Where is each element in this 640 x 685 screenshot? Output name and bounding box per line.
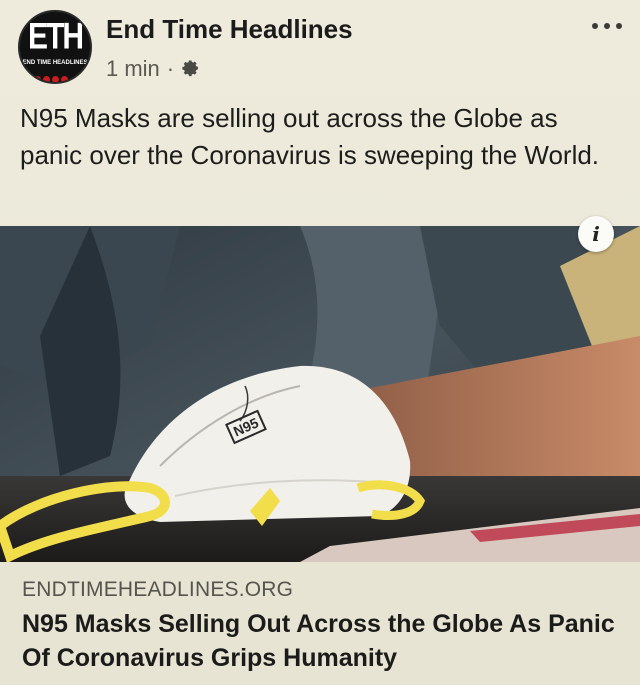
post-timestamp[interactable]: 1 min [106,56,160,82]
avatar-dots [34,70,80,82]
avatar-tagline: END TIME HEADLINES [22,60,88,66]
post-card: ETH END TIME HEADLINES End Time Headline… [0,0,640,685]
meta-separator: · [166,56,175,81]
post-text: N95 Masks are selling out across the Glo… [20,103,600,170]
page-name[interactable]: End Time Headlines [106,14,353,45]
gear-icon[interactable] [181,59,201,79]
page-avatar[interactable]: ETH END TIME HEADLINES [18,10,92,84]
info-icon[interactable]: i [578,216,614,252]
more-options-icon[interactable] [592,20,622,32]
photo-illustration [0,226,640,562]
link-domain[interactable]: ENDTIMEHEADLINES.ORG [22,578,293,602]
link-title[interactable]: N95 Masks Selling Out Across the Globe A… [22,607,632,675]
avatar-logo-text: ETH [28,15,84,57]
post-meta: 1 min · [106,56,201,82]
post-image[interactable] [0,226,640,562]
